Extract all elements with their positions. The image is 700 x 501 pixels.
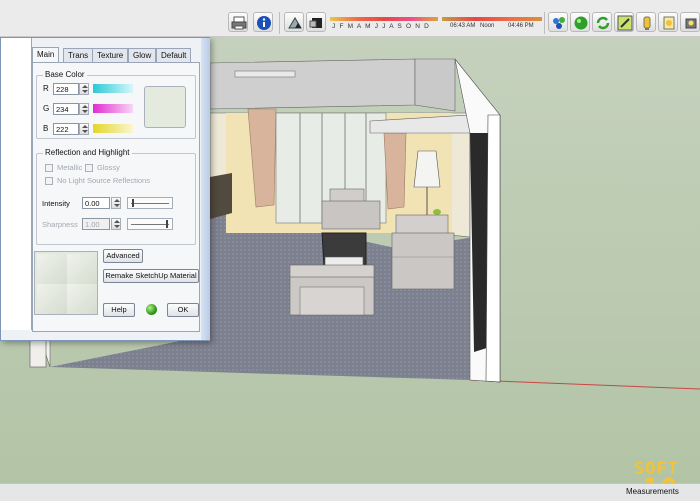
b-label: B (43, 124, 49, 133)
r-input[interactable]: 228 (53, 83, 79, 95)
reflection-group: Reflection and Highlight Metallic Glossy… (36, 148, 196, 245)
status-light-icon (146, 304, 157, 315)
month-slider[interactable]: J F M A M J J A S O N D (330, 13, 438, 33)
g-color-bar[interactable] (93, 104, 133, 113)
metallic-checkbox[interactable]: Metallic (45, 163, 82, 173)
main-panel: Base Color R 228 G 234 B 222 Reflection … (32, 62, 200, 332)
g-label: G (43, 104, 50, 113)
intensity-spinner[interactable] (111, 197, 121, 209)
time-end: 04:46 PM (508, 23, 534, 29)
intensity-input[interactable]: 0.00 (82, 197, 110, 209)
intensity-slider[interactable] (127, 197, 173, 209)
sharpness-spinner[interactable] (111, 218, 121, 230)
sharpness-input[interactable]: 1.00 (82, 218, 110, 230)
shadows-icon[interactable] (284, 12, 304, 32)
tab-glow[interactable]: Glow (128, 48, 157, 62)
remake-material-button[interactable]: Remake SketchUp Material (103, 269, 199, 283)
tab-default[interactable]: Default (156, 48, 192, 62)
dome-light-icon[interactable] (680, 12, 700, 32)
render-sphere-icon[interactable] (570, 12, 590, 32)
reflection-title: Reflection and Highlight (43, 148, 132, 157)
time-slider[interactable]: 06:43 AM Noon 04:46 PM (442, 13, 542, 33)
print-icon[interactable] (228, 12, 248, 32)
advanced-button[interactable]: Advanced (103, 249, 143, 263)
base-color-swatch[interactable] (144, 86, 186, 128)
g-spinner[interactable] (79, 103, 89, 115)
base-color-group: Base Color R 228 G 234 B 222 (36, 70, 196, 139)
no-light-reflections-checkbox[interactable]: No Light Source Reflections (45, 176, 150, 186)
measurements-label: Measurements (626, 487, 679, 496)
vray-options-icon[interactable] (548, 12, 568, 32)
light-bulb-icon[interactable] (636, 12, 656, 32)
base-color-title: Base Color (43, 70, 87, 79)
r-label: R (43, 84, 49, 93)
month-labels: J F M A M J J A S O N D (332, 23, 431, 30)
b-color-bar[interactable] (93, 124, 133, 133)
tab-main[interactable]: Main (32, 47, 60, 63)
ok-button[interactable]: OK (167, 303, 199, 317)
material-editor-dialog: Main Trans Texture Glow Default Base Col… (0, 37, 210, 341)
status-bar: Measurements (0, 483, 700, 501)
intensity-label: Intensity (42, 199, 70, 208)
r-spinner[interactable] (79, 83, 89, 95)
b-spinner[interactable] (79, 123, 89, 135)
material-list-pane[interactable] (1, 38, 32, 330)
refresh-icon[interactable] (592, 12, 612, 32)
sharpness-label: Sharpness (42, 220, 78, 229)
info-icon[interactable] (253, 12, 273, 32)
r-color-bar[interactable] (93, 84, 133, 93)
help-button[interactable]: Help (103, 303, 135, 317)
sharpness-slider[interactable] (127, 218, 173, 230)
watermark: SOFT 10 (634, 459, 679, 484)
toolbar: J F M A M J J A S O N D 06:43 AM Noon 04… (0, 0, 700, 37)
fog-icon[interactable] (306, 12, 326, 32)
g-input[interactable]: 234 (53, 103, 79, 115)
material-editor-icon[interactable] (614, 12, 634, 32)
tab-trans[interactable]: Trans (63, 48, 94, 62)
sketchup-viewport[interactable]: Main Trans Texture Glow Default Base Col… (0, 37, 700, 483)
omni-light-icon[interactable] (658, 12, 678, 32)
tab-texture[interactable]: Texture (92, 48, 129, 62)
glossy-checkbox[interactable]: Glossy (85, 163, 120, 173)
time-noon: Noon (480, 23, 495, 29)
b-input[interactable]: 222 (53, 123, 79, 135)
material-preview (34, 251, 98, 315)
time-start: 06:43 AM (450, 23, 476, 29)
